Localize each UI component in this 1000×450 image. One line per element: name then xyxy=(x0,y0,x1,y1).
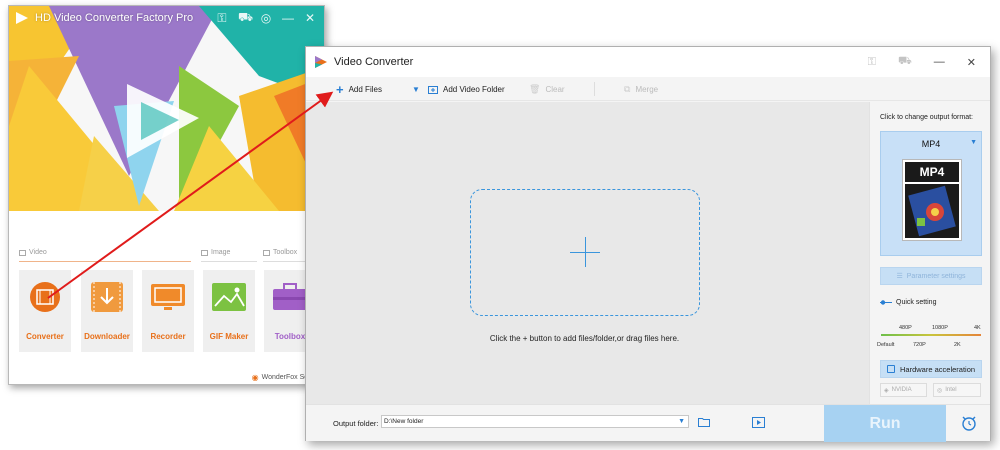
output-format-selector[interactable]: MP4 ▼ MP4 xyxy=(880,131,982,256)
open-folder-icon[interactable] xyxy=(698,417,711,427)
section-divider xyxy=(19,261,191,262)
output-format-name: MP4 xyxy=(921,139,941,149)
wonderfox-logo-icon: ◉ xyxy=(251,373,259,382)
picture-icon xyxy=(212,283,246,311)
output-format-panel: Click to change output format: MP4 ▼ MP4… xyxy=(869,102,990,404)
key-icon[interactable]: ⚿ xyxy=(216,11,228,26)
folder-plus-icon xyxy=(428,85,438,94)
clear-button[interactable]: 🗑 Clear xyxy=(529,77,565,101)
hardware-acceleration-label: Hardware acceleration xyxy=(900,364,976,374)
video-converter-window: Video Converter ⚿ ⛟ — ✕ + Add Files ▼ Ad… xyxy=(305,46,991,442)
titlebar: Video Converter ⚿ ⛟ — ✕ xyxy=(306,47,990,77)
tile-label: Converter xyxy=(26,332,64,341)
add-files-label: Add Files xyxy=(348,84,382,94)
merge-button[interactable]: ⧉ Merge xyxy=(624,77,658,101)
toggle-icon xyxy=(880,300,892,305)
merge-icon: ⧉ xyxy=(624,83,631,94)
alarm-clock-icon[interactable] xyxy=(960,414,978,432)
film-reel-icon xyxy=(905,184,959,238)
output-folder-field[interactable]: D:\New folder ▼ xyxy=(381,415,689,428)
toolbox-icon xyxy=(273,283,307,310)
tile-converter[interactable]: Converter xyxy=(19,270,71,352)
format-thumbnail: MP4 xyxy=(902,159,962,241)
tile-recorder[interactable]: Recorder xyxy=(142,270,194,352)
image-section-icon xyxy=(201,249,208,256)
download-icon xyxy=(91,282,123,312)
settings-icon[interactable]: ◎ xyxy=(260,11,272,25)
parameter-settings-label: Parameter settings xyxy=(906,272,966,280)
tile-label: Recorder xyxy=(150,332,186,341)
drop-hint-text: Click the + button to add files/folder,o… xyxy=(489,334,680,343)
add-video-folder-button[interactable]: Add Video Folder xyxy=(428,77,505,101)
toolbar: + Add Files ▼ Add Video Folder 🗑 Clear ⧉… xyxy=(306,77,990,101)
plus-icon: + xyxy=(336,81,344,97)
section-video: Video xyxy=(19,249,47,256)
intel-checkbox[interactable]: ◎ Intel xyxy=(933,383,981,397)
hd-window-title: HD Video Converter Factory Pro xyxy=(35,12,194,24)
chevron-down-icon: ▼ xyxy=(412,84,420,94)
tile-label: GIF Maker xyxy=(209,332,249,341)
minimize-button[interactable]: — xyxy=(934,56,945,68)
intel-logo-icon: ◎ xyxy=(937,387,943,394)
tile-label: Toolbox xyxy=(274,332,306,341)
app-logo-icon xyxy=(16,12,28,24)
key-icon[interactable]: ⚿ xyxy=(868,56,876,69)
add-files-button[interactable]: + Add Files xyxy=(336,77,382,101)
run-button[interactable]: Run xyxy=(824,405,946,442)
hd-video-converter-window: HD Video Converter Factory Pro ⚿ ⛟ ◎ — ✕… xyxy=(8,5,325,385)
parameter-settings-button[interactable]: ☰ Parameter settings xyxy=(880,267,982,285)
clear-label: Clear xyxy=(545,84,565,94)
quality-label: 720P xyxy=(913,342,926,348)
add-files-dropdown[interactable]: ▼ xyxy=(412,77,420,101)
tile-gif-maker[interactable]: GIF Maker xyxy=(203,270,255,352)
quick-setting-label: Quick setting xyxy=(896,299,937,306)
app-logo-icon xyxy=(315,56,327,68)
chevron-down-icon: ▼ xyxy=(970,139,977,146)
film-icon xyxy=(30,282,60,312)
output-folder-value: D:\New folder xyxy=(384,418,424,425)
quality-label: 4K xyxy=(974,325,981,331)
video-section-icon xyxy=(19,249,26,256)
bottom-bar: Output folder: D:\New folder ▼ Run xyxy=(306,404,990,442)
minimize-button[interactable]: — xyxy=(282,11,294,25)
file-drop-area[interactable]: Click the + button to add files/folder,o… xyxy=(306,102,869,404)
output-format-caption: Click to change output format: xyxy=(880,114,973,121)
section-divider xyxy=(201,261,257,262)
hd-titlebar: HD Video Converter Factory Pro ⚿ ⛟ ◎ — ✕ xyxy=(9,6,324,30)
quality-label: 2K xyxy=(954,342,961,348)
quality-label: Default xyxy=(877,342,895,348)
video-folder-icon[interactable] xyxy=(752,416,765,428)
merge-label: Merge xyxy=(635,84,659,94)
format-thumb-label: MP4 xyxy=(905,162,959,182)
hardware-acceleration-button[interactable]: Hardware acceleration xyxy=(880,360,982,378)
close-button[interactable]: ✕ xyxy=(967,56,976,69)
output-folder-label: Output folder: xyxy=(333,419,379,428)
cart-icon[interactable]: ⛟ xyxy=(238,10,253,26)
cart-icon[interactable]: ⛟ xyxy=(898,55,912,69)
toolbar-separator xyxy=(594,82,595,96)
sliders-icon: ☰ xyxy=(896,273,903,280)
quality-label: 1080P xyxy=(932,325,948,331)
quick-setting-toggle[interactable]: Quick setting xyxy=(880,299,936,306)
nvidia-logo-icon: ◈ xyxy=(884,387,889,394)
monitor-icon xyxy=(151,284,185,310)
chevron-down-icon: ▼ xyxy=(678,418,685,425)
trash-icon: 🗑 xyxy=(529,83,541,94)
quality-label: 480P xyxy=(899,325,912,331)
nvidia-checkbox[interactable]: ◈ NVIDIA xyxy=(880,383,927,397)
tile-label: Downloader xyxy=(84,332,130,341)
toolbox-section-icon xyxy=(263,249,270,256)
tile-downloader[interactable]: Downloader xyxy=(81,270,133,352)
add-video-folder-label: Add Video Folder xyxy=(443,84,505,94)
section-image: Image xyxy=(201,249,230,256)
chip-icon xyxy=(887,365,895,373)
section-headers: Video Image Toolbox xyxy=(19,249,319,265)
add-file-dropzone[interactable] xyxy=(470,189,700,316)
hero-artwork xyxy=(9,6,324,211)
window-title: Video Converter xyxy=(334,56,414,68)
section-toolbox: Toolbox xyxy=(263,249,297,256)
close-button[interactable]: ✕ xyxy=(304,11,316,25)
quality-slider[interactable] xyxy=(881,334,981,336)
